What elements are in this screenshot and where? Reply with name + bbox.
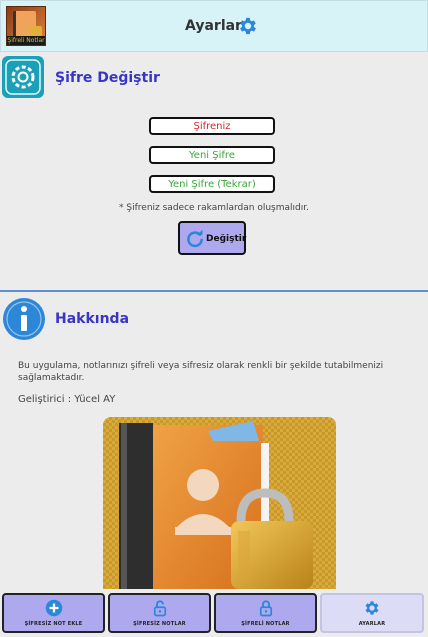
nav-label: AYARLAR — [358, 621, 386, 627]
section-divider — [0, 290, 428, 292]
gear-icon — [365, 601, 379, 615]
nav-label: ŞİFRELİ NOTLAR — [241, 621, 290, 627]
padlock-icon — [30, 26, 42, 36]
lock-icon — [259, 600, 272, 617]
page-title: Ayarlar — [185, 18, 242, 34]
app-illustration — [103, 417, 336, 589]
about-description: Bu uygulama, notlarınızı şifreli veya si… — [18, 361, 384, 383]
nav-label: ŞİFRESİZ NOT EKLE — [24, 621, 83, 627]
password-note: * Şifreniz sadece rakamlardan oluşmalıdı… — [119, 203, 309, 213]
top-bar: Şifreli Notlar Ayarlar — [0, 0, 428, 52]
nav-encrypted-notes[interactable]: ŞİFRELİ NOTLAR — [214, 593, 317, 633]
unlock-icon — [153, 600, 166, 617]
info-icon — [2, 297, 45, 340]
nav-unencrypted-notes[interactable]: ŞİFRESİZ NOTLAR — [108, 593, 211, 633]
current-password-field[interactable] — [149, 117, 275, 135]
nav-label: ŞİFRESİZ NOTLAR — [133, 621, 186, 627]
confirm-password-field[interactable] — [149, 175, 275, 193]
app-logo: Şifreli Notlar — [6, 6, 46, 46]
plus-circle-icon — [45, 599, 62, 617]
bottom-navigation: ŞİFRESİZ NOT EKLE ŞİFRESİZ NOTLAR ŞİFREL… — [0, 591, 428, 637]
logo-caption: Şifreli Notlar — [7, 36, 45, 45]
change-button-label: Değiştir — [206, 234, 247, 244]
nav-add-unencrypted-note[interactable]: ŞİFRESİZ NOT EKLE — [2, 593, 105, 633]
settings-app-icon — [2, 56, 44, 98]
gear-icon[interactable] — [237, 15, 259, 37]
new-password-field[interactable] — [149, 146, 275, 164]
refresh-icon — [187, 229, 203, 248]
change-password-button[interactable]: Değiştir — [178, 221, 246, 255]
nav-settings[interactable]: AYARLAR — [320, 593, 424, 633]
developer-credit: Geliştirici : Yücel AY — [18, 394, 116, 405]
password-section-title: Şifre Değiştir — [55, 70, 160, 86]
about-section-title: Hakkında — [55, 311, 130, 327]
